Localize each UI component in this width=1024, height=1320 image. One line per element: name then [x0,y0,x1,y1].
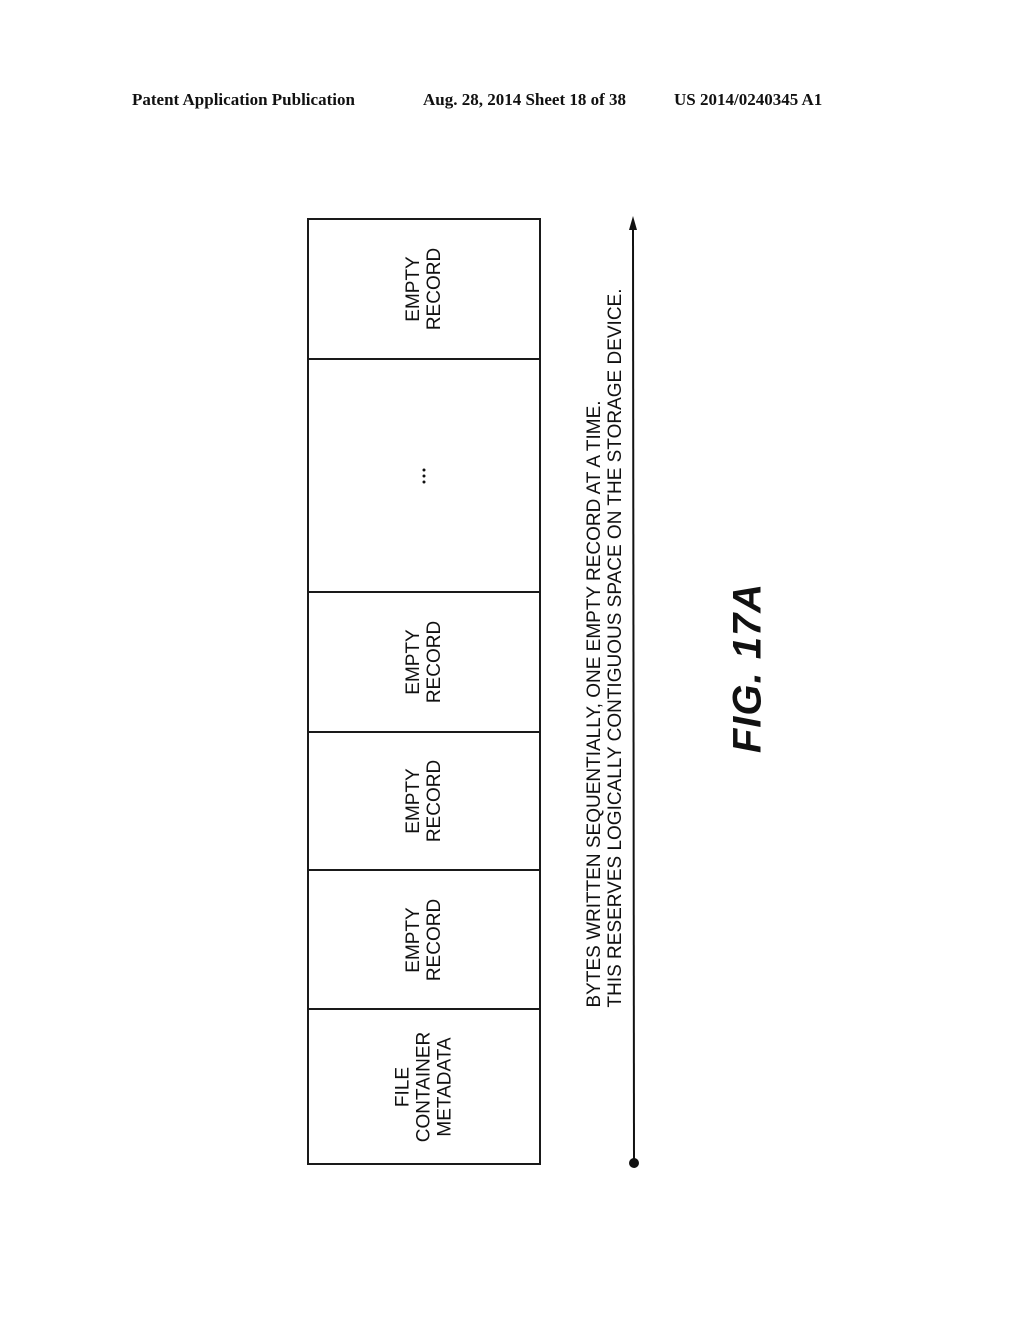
cell-label: EMPTY RECORD [403,620,445,704]
cell-label: EMPTY RECORD [403,759,445,843]
file-container-metadata-cell: FILE CONTAINER METADATA [309,1008,539,1165]
empty-record-cell: EMPTY RECORD [309,731,539,869]
publication-title: Patent Application Publication [132,90,355,109]
page-header: Patent Application Publication Aug. 28, … [132,90,892,114]
arrowhead-icon [629,216,637,230]
publication-date-sheet: Aug. 28, 2014 Sheet 18 of 38 [423,90,627,109]
empty-record-cell: EMPTY RECORD [309,591,539,731]
empty-record-cell: EMPTY RECORD [309,869,539,1008]
file-container-diagram: EMPTY RECORD EMPTY RECORD EMPTY RECORD E… [307,218,541,1165]
vertical-ellipsis-icon [422,468,426,483]
cell-label: EMPTY RECORD [403,247,445,331]
empty-record-cell-top: EMPTY RECORD [309,218,539,358]
start-dot-icon [629,1158,639,1168]
arrow-caption: BYTES WRITTEN SEQUENTIALLY, ONE EMPTY RE… [584,288,626,1008]
patent-number: US 2014/0240345 A1 [674,90,823,109]
arrow-shaft [632,225,635,1164]
cell-label: EMPTY RECORD [403,898,445,981]
cell-label: FILE CONTAINER METADATA [392,1031,456,1142]
ellipsis-cell [309,358,539,591]
figure-label: FIG. 17A [725,582,770,754]
